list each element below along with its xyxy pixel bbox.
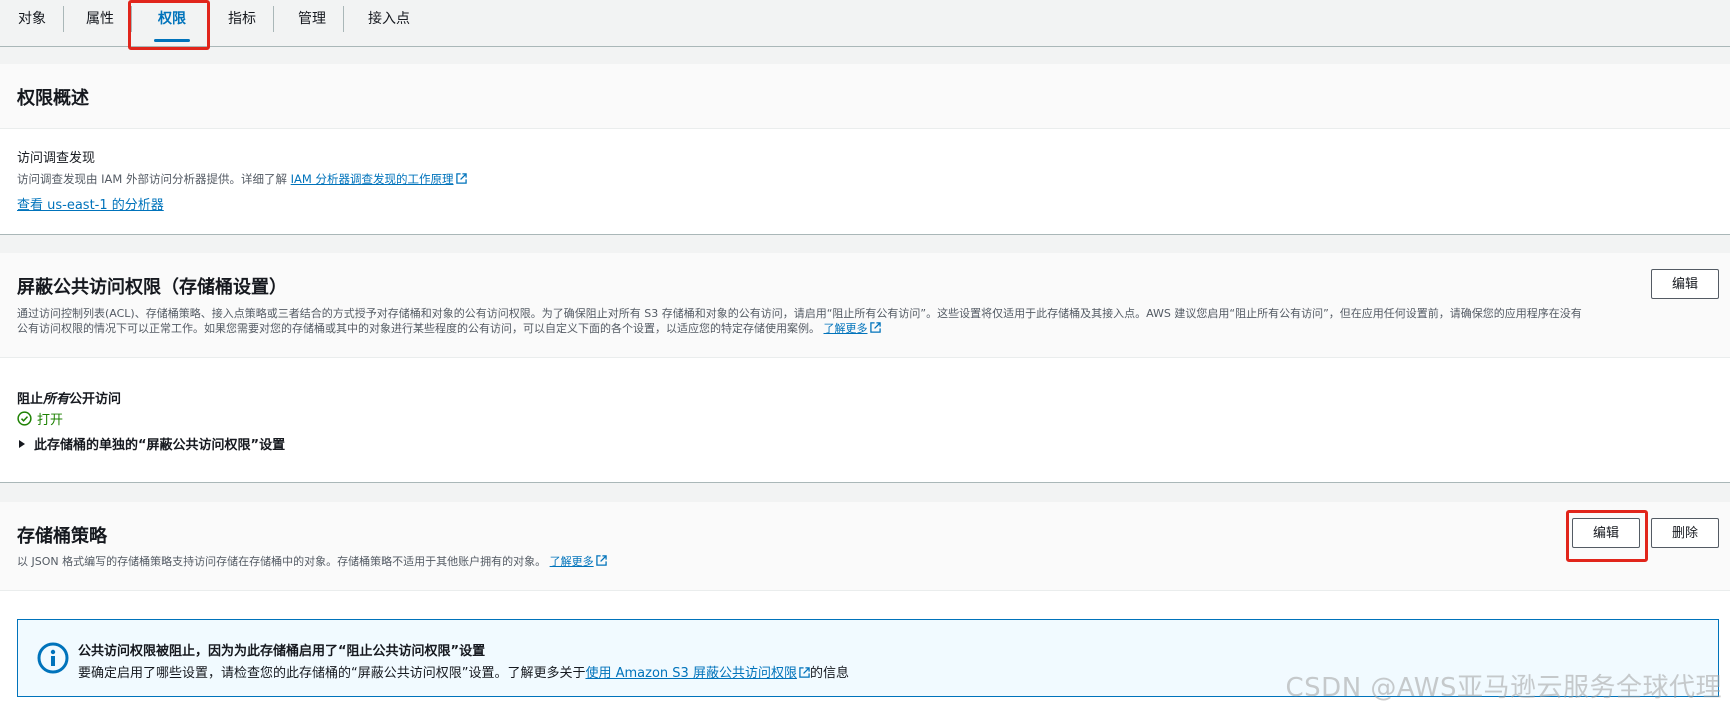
- learn-more-link[interactable]: 了解更多: [550, 555, 607, 568]
- panel-title: 存储桶策略: [17, 526, 107, 547]
- findings-label: 访问调查发现: [17, 151, 96, 166]
- panel-header: 屏蔽公共访问权限（存储桶设置） 编辑 通过访问控制列表(ACL)、存储桶策略、接…: [0, 253, 1730, 358]
- watermark: CSDN @AWS亚马逊云服务全球代理: [1285, 673, 1722, 703]
- permissions-overview-panel: 权限概述 访问调查发现 访问调查发现由 IAM 外部访问分析器提供。详细了解 I…: [0, 64, 1730, 234]
- block-public-access-panel: 屏蔽公共访问权限（存储桶设置） 编辑 通过访问控制列表(ACL)、存储桶策略、接…: [0, 253, 1730, 482]
- panel-header: 存储桶策略 以 JSON 格式编写的存储桶策略支持访问存储在存储桶中的对象。存储…: [0, 502, 1730, 591]
- check-circle-icon: [17, 411, 32, 426]
- tab-access-points[interactable]: 接入点: [350, 0, 428, 38]
- block-all-public-access-label: 阻止所有公开访问: [17, 392, 122, 407]
- edit-block-public-access-button[interactable]: 编辑: [1651, 269, 1719, 299]
- highlight-box-permissions-tab: [128, 0, 210, 50]
- external-link-icon: [455, 173, 467, 184]
- section-separator: [0, 482, 1730, 502]
- alert-message: 要确定启用了哪些设置，请检查您的此存储桶的“屏蔽公共访问权限”设置。了解更多关于…: [78, 666, 849, 681]
- delete-bucket-policy-button[interactable]: 删除: [1651, 518, 1719, 548]
- alert-title: 公共访问权限被阻止，因为为此存储桶启用了“阻止公共访问权限”设置: [78, 644, 486, 659]
- external-link-icon: [595, 555, 607, 566]
- caret-right-icon: [19, 439, 25, 448]
- info-icon: [37, 642, 69, 674]
- section-separator: [0, 234, 1730, 253]
- view-analyzer-link[interactable]: 查看 us-east-1 的分析器: [17, 194, 164, 213]
- external-link-icon: [799, 667, 810, 678]
- tab-management[interactable]: 管理: [280, 0, 344, 38]
- block-public-description: 通过访问控制列表(ACL)、存储桶策略、接入点策略或三者结合的方式授予对存储桶和…: [17, 307, 1582, 335]
- tab-objects[interactable]: 对象: [0, 0, 64, 38]
- panel-header: 权限概述: [0, 64, 1730, 129]
- tab-properties[interactable]: 属性: [68, 0, 132, 38]
- iam-analyzer-doc-link[interactable]: IAM 分析器调查发现的工作原理: [291, 172, 467, 186]
- findings-description: 访问调查发现由 IAM 外部访问分析器提供。详细了解 IAM 分析器调查发现的工…: [17, 172, 467, 187]
- tab-divider: [273, 6, 274, 32]
- tab-divider: [343, 6, 344, 32]
- tab-divider: [63, 6, 64, 32]
- external-link-icon: [869, 322, 881, 333]
- panel-title: 权限概述: [17, 88, 89, 109]
- panel-title: 屏蔽公共访问权限（存储桶设置）: [17, 277, 287, 298]
- individual-settings-expander[interactable]: 此存储桶的单独的“屏蔽公共访问权限”设置: [17, 434, 285, 453]
- policy-description: 以 JSON 格式编写的存储桶策略支持访问存储在存储桶中的对象。存储桶策略不适用…: [17, 554, 607, 569]
- tab-metrics[interactable]: 指标: [210, 0, 274, 38]
- tab-bar: 对象 属性 权限 指标 管理 接入点: [0, 0, 1730, 47]
- block-public-access-doc-link[interactable]: 使用 Amazon S3 屏蔽公共访问权限: [585, 666, 810, 681]
- highlight-box-edit-button: [1566, 510, 1648, 562]
- block-all-status: 打开: [17, 409, 63, 428]
- learn-more-link[interactable]: 了解更多: [824, 322, 881, 335]
